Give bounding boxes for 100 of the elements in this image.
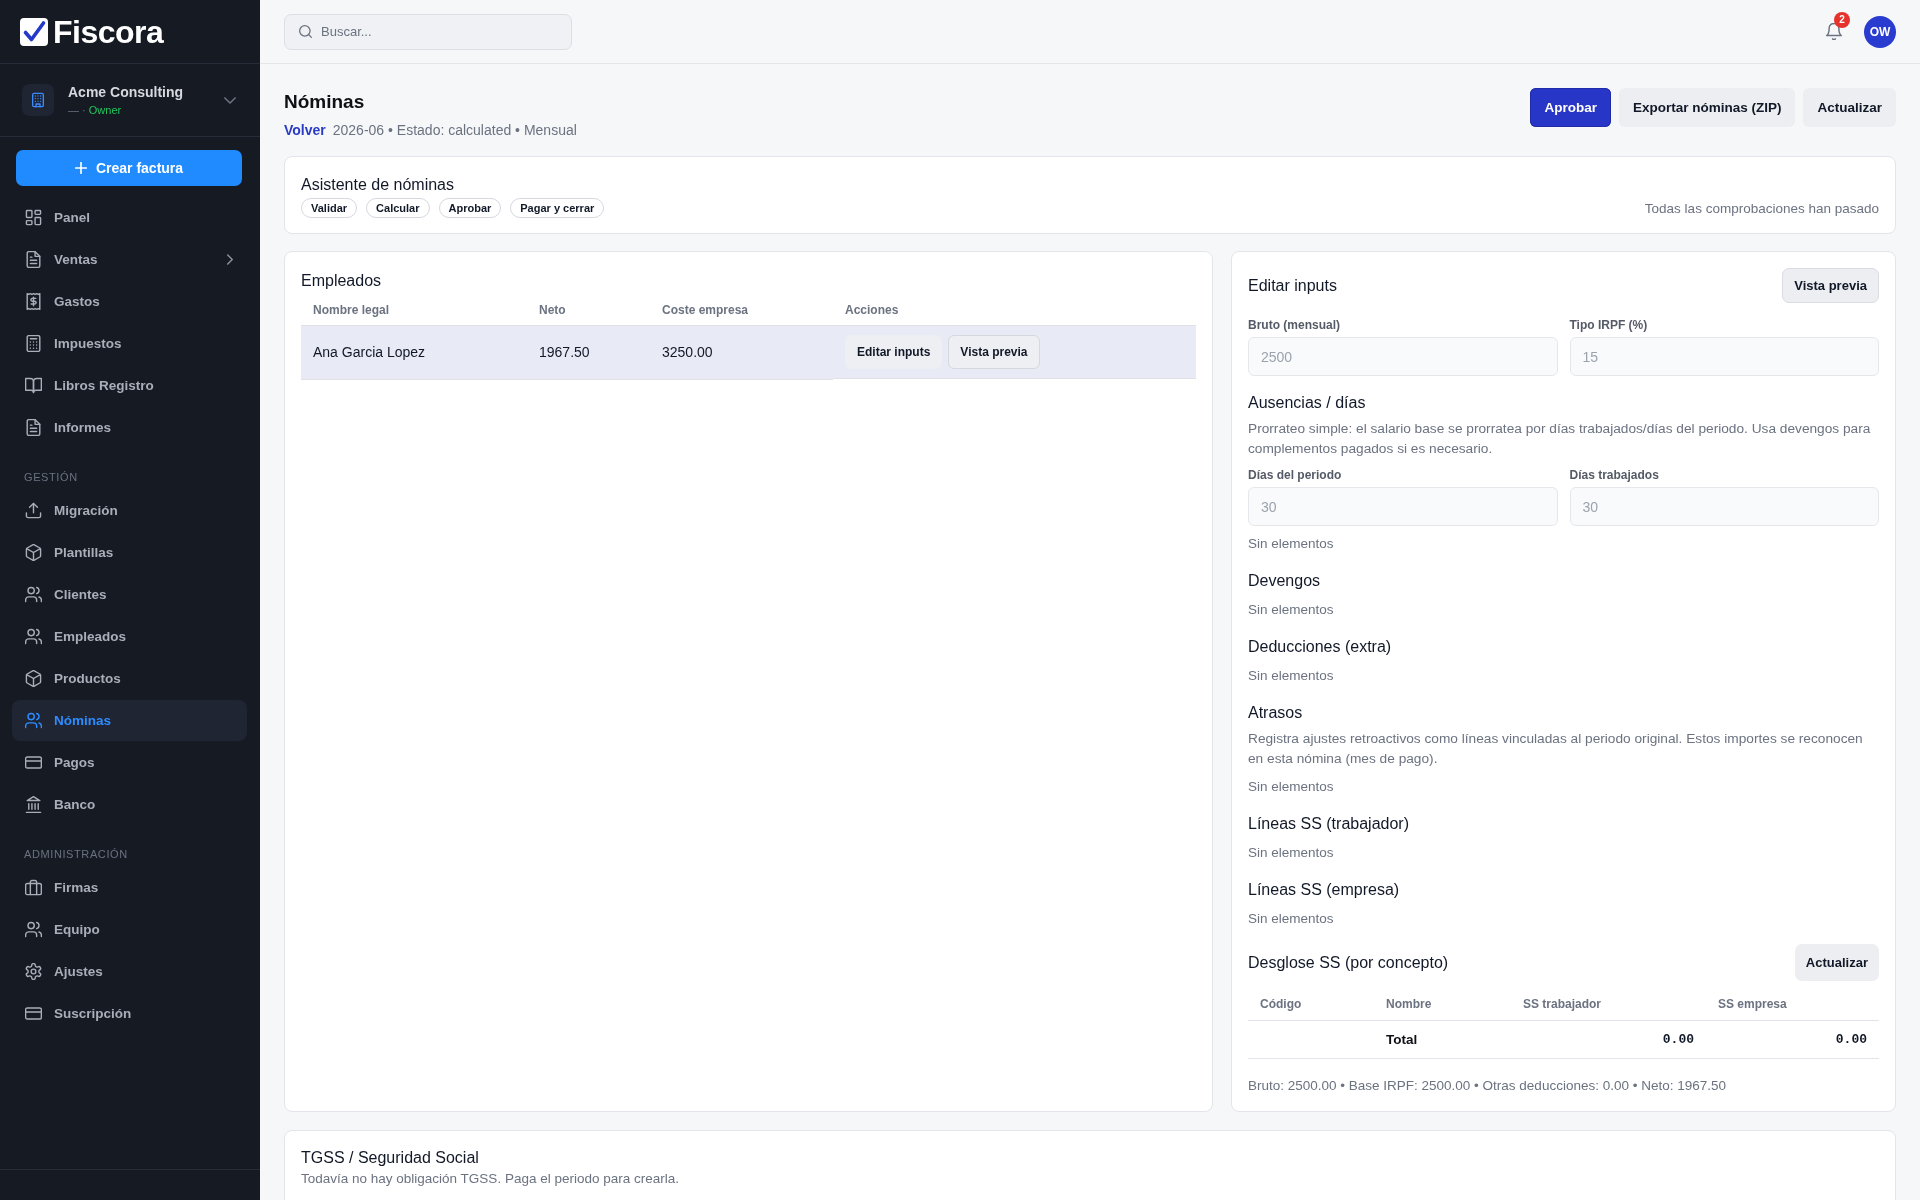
page-title: Nóminas (284, 90, 366, 114)
step-chip[interactable]: Calcular (366, 198, 430, 218)
logo-icon (20, 17, 48, 46)
preview-button[interactable]: Vista previa (948, 335, 1040, 369)
step-chip[interactable]: Validar (301, 198, 358, 218)
empty-state-text: Sin elementos (1248, 601, 1334, 619)
nav-item[interactable]: Migración (12, 490, 247, 531)
empty-state-text: Sin elementos (1248, 910, 1334, 928)
edit-inputs-button[interactable]: Editar inputs (845, 335, 943, 369)
table-cell: 1967.50 (527, 325, 650, 379)
section-title: Ausencias / días (1248, 393, 1367, 413)
column-header: SS trabajador (1511, 988, 1706, 1021)
briefcase-icon (25, 879, 42, 896)
card-title: TGSS / Seguridad Social (301, 1148, 480, 1168)
step-chip[interactable]: Pagar y cerrar (510, 198, 605, 218)
preview-button[interactable]: Vista previa (1782, 268, 1879, 303)
document-icon (25, 251, 42, 268)
receipt-icon (25, 293, 42, 310)
card-title: Editar inputs (1248, 275, 1337, 296)
users-icon (25, 712, 42, 729)
step-chip[interactable]: Aprobar (438, 198, 502, 218)
tgss-text: Todavía no hay obligación TGSS. Paga el periodo para crearla. (301, 1170, 680, 1188)
card-title: Asistente de nóminas (301, 175, 455, 195)
nav-item[interactable]: Plantillas (12, 532, 247, 573)
nav-item[interactable]: Gastos (12, 281, 247, 322)
plus-icon (74, 162, 87, 174)
search-icon (299, 25, 312, 38)
field-label: Bruto (mensual) (1248, 317, 1340, 333)
nav-item[interactable]: Informes (12, 407, 247, 448)
chevron-down-icon[interactable] (224, 96, 236, 104)
refresh-button[interactable]: Actualizar (1794, 944, 1879, 981)
notification-count: 2 (1834, 12, 1850, 28)
column-header: SS empresa (1706, 988, 1879, 1021)
user-avatar[interactable]: OW (1864, 15, 1896, 48)
section-title: Deducciones (extra) (1248, 637, 1393, 657)
approve-button[interactable]: Aprobar (1530, 88, 1611, 127)
column-header: Acciones (833, 295, 1196, 326)
calculator-icon (25, 335, 42, 352)
section-description: Prorrateo simple: el salario base se prorratea por días trabajados/días del periodo. Usa devengos para complementos pagados si es necesario. (1248, 420, 1872, 458)
empty-state-text: Sin elementos (1248, 667, 1334, 685)
organization-role: — · Owner (68, 103, 122, 117)
nav-item[interactable]: Pagos (12, 742, 247, 783)
section-title: Devengos (1248, 571, 1322, 591)
column-header: Neto (527, 295, 650, 326)
building-icon (22, 84, 54, 116)
export-button[interactable]: Exportar nóminas (ZIP) (1618, 88, 1796, 127)
nav-item[interactable]: Clientes (12, 574, 247, 615)
users-icon (25, 628, 42, 645)
nav-item[interactable]: Ajustes (12, 951, 247, 992)
cube-icon (25, 544, 42, 561)
table-row[interactable]: Ana Garcia Lopez 1967.50 3250.00 Editar inputs Vista previa (301, 325, 1196, 379)
nav-item[interactable]: Suscripción (12, 993, 247, 1034)
users-icon (25, 921, 42, 938)
period-meta: 2026-06 • Estado: calculated • Mensual (332, 121, 577, 140)
notification-bell-icon[interactable] (1826, 23, 1842, 40)
nav-item[interactable]: Panel (12, 197, 247, 238)
grid-icon (25, 209, 42, 226)
table-cell: Ana Garcia Lopez (301, 325, 527, 379)
bank-icon (25, 796, 42, 813)
wizard-status: Todas las comprobaciones han pasado (1644, 200, 1879, 216)
cube-icon (25, 670, 42, 687)
search-field[interactable]: Buscar... (284, 13, 572, 50)
nav-item[interactable]: Firmas (12, 867, 247, 908)
field-label: Días trabajados (1569, 467, 1659, 483)
nav-item[interactable]: Equipo (12, 909, 247, 950)
empty-state-text: Sin elementos (1248, 535, 1334, 553)
section-title: Atrasos (1248, 703, 1304, 723)
nav-item[interactable]: Nóminas (12, 700, 247, 741)
payroll-summary: Bruto: 2500.00 • Base IRPF: 2500.00 • Otras deducciones: 0.00 • Neto: 1967.50 (1248, 1077, 1727, 1095)
table-cell: 3250.00 (650, 325, 833, 379)
settings-icon (25, 963, 42, 980)
empty-state-text: Sin elementos (1248, 844, 1334, 862)
refresh-button[interactable]: Actualizar (1803, 88, 1896, 127)
table-cell: 0.00 (1835, 1032, 1867, 1047)
upload-icon (25, 502, 42, 519)
column-header: Código (1248, 988, 1374, 1021)
logo-text: Fiscora (53, 15, 164, 48)
nav-item[interactable]: Libros Registro (12, 365, 247, 406)
column-header: Coste empresa (650, 295, 833, 326)
nav-item[interactable]: Empleados (12, 616, 247, 657)
credit-card-icon (25, 1005, 42, 1022)
table-cell: Total (1386, 1032, 1418, 1047)
nav-item[interactable]: Impuestos (12, 323, 247, 364)
nav-item[interactable]: Productos (12, 658, 247, 699)
nav-item[interactable]: Banco (12, 784, 247, 825)
column-header: Nombre (1374, 988, 1511, 1021)
nav-item[interactable]: Ventas (12, 239, 247, 280)
table-cell: 0.00 (1662, 1032, 1694, 1047)
back-link[interactable]: Volver (284, 120, 326, 140)
section-title: Líneas SS (trabajador) (1248, 814, 1410, 834)
book-icon (25, 377, 42, 394)
section-title: Líneas SS (empresa) (1248, 880, 1401, 900)
credit-card-icon (25, 754, 42, 771)
empty-state-text: Sin elementos (1248, 778, 1334, 796)
card-title: Empleados (301, 271, 383, 291)
organization-name: Acme Consulting (68, 83, 184, 101)
section-description: Registra ajustes retroactivos como líneas vinculadas al periodo original. Estos importes se reconocen en esta nómina (mes de pago). (1248, 730, 1864, 768)
users-icon (25, 586, 42, 603)
field-label: Días del periodo (1248, 467, 1342, 483)
nav-section-heading: ADMINISTRACIÓN (23, 847, 128, 862)
